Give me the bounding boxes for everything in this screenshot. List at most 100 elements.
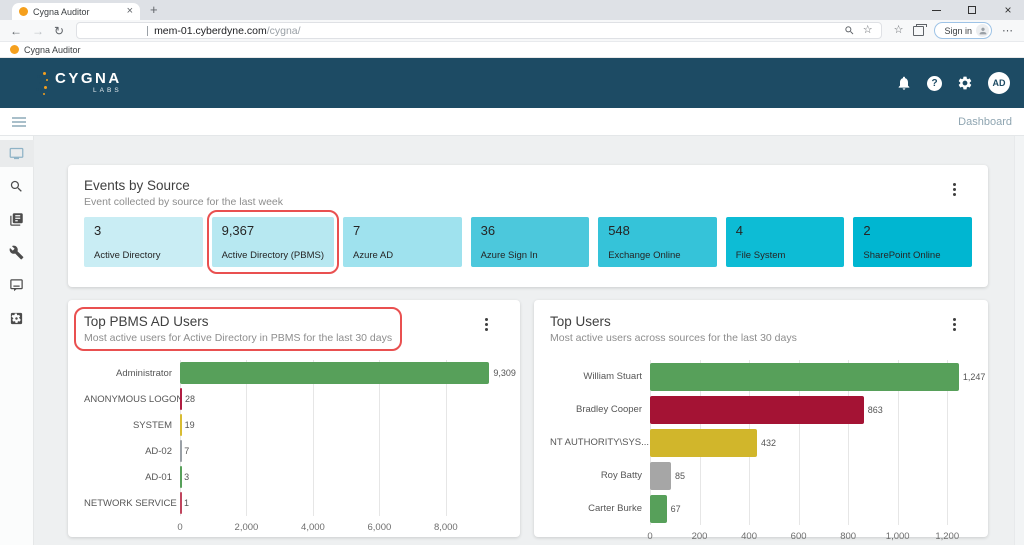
gridline	[749, 492, 750, 525]
gridline	[700, 459, 701, 492]
category-label: AD-02	[84, 446, 180, 457]
gridline	[246, 464, 247, 490]
sidebar-item-reports[interactable]	[0, 206, 34, 233]
axis-tick: 600	[791, 531, 807, 542]
new-tab-button[interactable]: +	[150, 2, 158, 17]
gridline	[898, 459, 899, 492]
message-panel-icon	[9, 278, 24, 293]
gridline	[947, 459, 948, 492]
source-card[interactable]: 36Azure Sign In	[471, 217, 590, 267]
source-label: File System	[736, 250, 835, 261]
dashboard-main: Events by Source Event collected by sour…	[34, 136, 1014, 545]
bar-row: Carter Burke67	[550, 492, 972, 525]
hamburger-menu-icon[interactable]	[12, 117, 26, 127]
bar[interactable]	[180, 388, 182, 410]
bar-value: 28	[185, 394, 195, 404]
sidebar-item-dashboard[interactable]	[0, 140, 34, 167]
window-close-button[interactable]: ×	[1002, 4, 1014, 16]
gridline	[947, 426, 948, 459]
window-maximize-button[interactable]	[966, 4, 978, 16]
source-card[interactable]: 2SharePoint Online	[853, 217, 972, 267]
help-icon[interactable]: ?	[927, 76, 942, 91]
browser-menu-icon[interactable]: ⋯	[1002, 24, 1014, 37]
bar[interactable]	[180, 440, 182, 462]
charts-row: Top PBMS AD Users Most active users for …	[68, 300, 988, 537]
gridline	[848, 459, 849, 492]
gridline	[898, 393, 899, 426]
user-avatar[interactable]: AD	[988, 72, 1010, 94]
forward-button[interactable]: →	[32, 25, 44, 37]
top-users-card: Top Users Most active users across sourc…	[534, 300, 988, 537]
category-label: Bradley Cooper	[550, 404, 650, 415]
bookmark-cygna-auditor[interactable]: Cygna Auditor	[24, 45, 81, 55]
cygna-logo[interactable]: CYGNA LABS	[14, 68, 122, 98]
sidebar-item-search[interactable]	[0, 173, 34, 200]
bar[interactable]	[650, 363, 959, 391]
tab-close-icon[interactable]: ×	[127, 6, 133, 17]
zoom-icon[interactable]	[844, 25, 855, 36]
bar-value: 7	[184, 446, 189, 456]
gridline	[799, 459, 800, 492]
source-card[interactable]: 3Active Directory	[84, 217, 203, 267]
category-label: Administrator	[84, 368, 180, 379]
bar-chart: Administrator9,309ANONYMOUS LOGON28SYSTE…	[84, 360, 504, 536]
gridline	[947, 393, 948, 426]
collections-icon[interactable]	[913, 26, 924, 36]
bar[interactable]	[650, 462, 671, 490]
bar[interactable]	[180, 492, 182, 514]
bar-row: Administrator9,309	[84, 360, 504, 386]
source-card[interactable]: 4File System	[726, 217, 845, 267]
source-card[interactable]: 548Exchange Online	[598, 217, 717, 267]
axis-tick: 0	[177, 522, 182, 533]
kebab-menu-icon[interactable]	[951, 181, 958, 198]
events-by-source-card: Events by Source Event collected by sour…	[68, 165, 988, 287]
page-scrollbar[interactable]	[1014, 136, 1024, 545]
cygna-logo-icon	[14, 68, 46, 98]
notifications-bell-icon[interactable]	[896, 75, 912, 91]
back-button[interactable]: ←	[10, 25, 22, 37]
sidebar-item-alerts[interactable]	[0, 272, 34, 299]
bookmarks-bar: Cygna Auditor	[0, 42, 1024, 58]
browser-toolbar: ← → ↻ mem-01.cyberdyne.com /cygna/ ☆ ☆ S…	[0, 20, 1024, 42]
chart-subtitle: Most active users across sources for the…	[550, 332, 797, 344]
gridline	[898, 426, 899, 459]
bar[interactable]	[650, 396, 864, 424]
gridline	[799, 426, 800, 459]
browser-tab[interactable]: Cygna Auditor ×	[12, 3, 140, 20]
browser-window: Cygna Auditor × + × ← → ↻ mem-01.cyberdy…	[0, 0, 1024, 545]
bar[interactable]	[650, 495, 667, 523]
bar[interactable]	[180, 414, 182, 436]
axis-tick: 8,000	[434, 522, 458, 533]
bar[interactable]	[180, 466, 182, 488]
cygna-favicon-icon	[19, 7, 28, 16]
reload-button[interactable]: ↻	[54, 25, 64, 37]
sidebar-item-tools[interactable]	[0, 239, 34, 266]
sign-in-button[interactable]: Sign in	[934, 22, 992, 39]
source-label: SharePoint Online	[863, 250, 962, 261]
source-card[interactable]: 7Azure AD	[343, 217, 462, 267]
source-count: 3	[94, 223, 193, 238]
favorite-star-icon[interactable]: ☆	[863, 25, 873, 36]
bar[interactable]	[180, 362, 489, 384]
source-count: 548	[608, 223, 707, 238]
settings-gear-icon[interactable]	[957, 75, 973, 91]
search-icon	[9, 179, 24, 194]
tab-title: Cygna Auditor	[33, 7, 122, 17]
bar[interactable]	[650, 429, 757, 457]
axis-tick: 200	[692, 531, 708, 542]
favorites-bar-icon[interactable]: ☆	[894, 25, 904, 36]
bar-chart: William Stuart1,247Bradley Cooper863NT A…	[550, 360, 972, 545]
gridline	[246, 438, 247, 464]
gridline	[799, 492, 800, 525]
window-minimize-button[interactable]	[930, 4, 942, 16]
kebab-menu-icon[interactable]	[951, 316, 958, 333]
bar-row: NETWORK SERVICE1	[84, 490, 504, 516]
address-bar[interactable]: mem-01.cyberdyne.com /cygna/ ☆	[76, 22, 882, 39]
source-card[interactable]: 9,367Active Directory (PBMS)	[212, 217, 334, 267]
top-pbms-ad-users-card: Top PBMS AD Users Most active users for …	[68, 300, 520, 537]
bar-row: ANONYMOUS LOGON28	[84, 386, 504, 412]
kebab-menu-icon[interactable]	[483, 316, 490, 333]
axis-tick: 800	[840, 531, 856, 542]
events-card-subtitle: Event collected by source for the last w…	[84, 196, 972, 208]
sidebar-item-configuration[interactable]	[0, 305, 34, 332]
